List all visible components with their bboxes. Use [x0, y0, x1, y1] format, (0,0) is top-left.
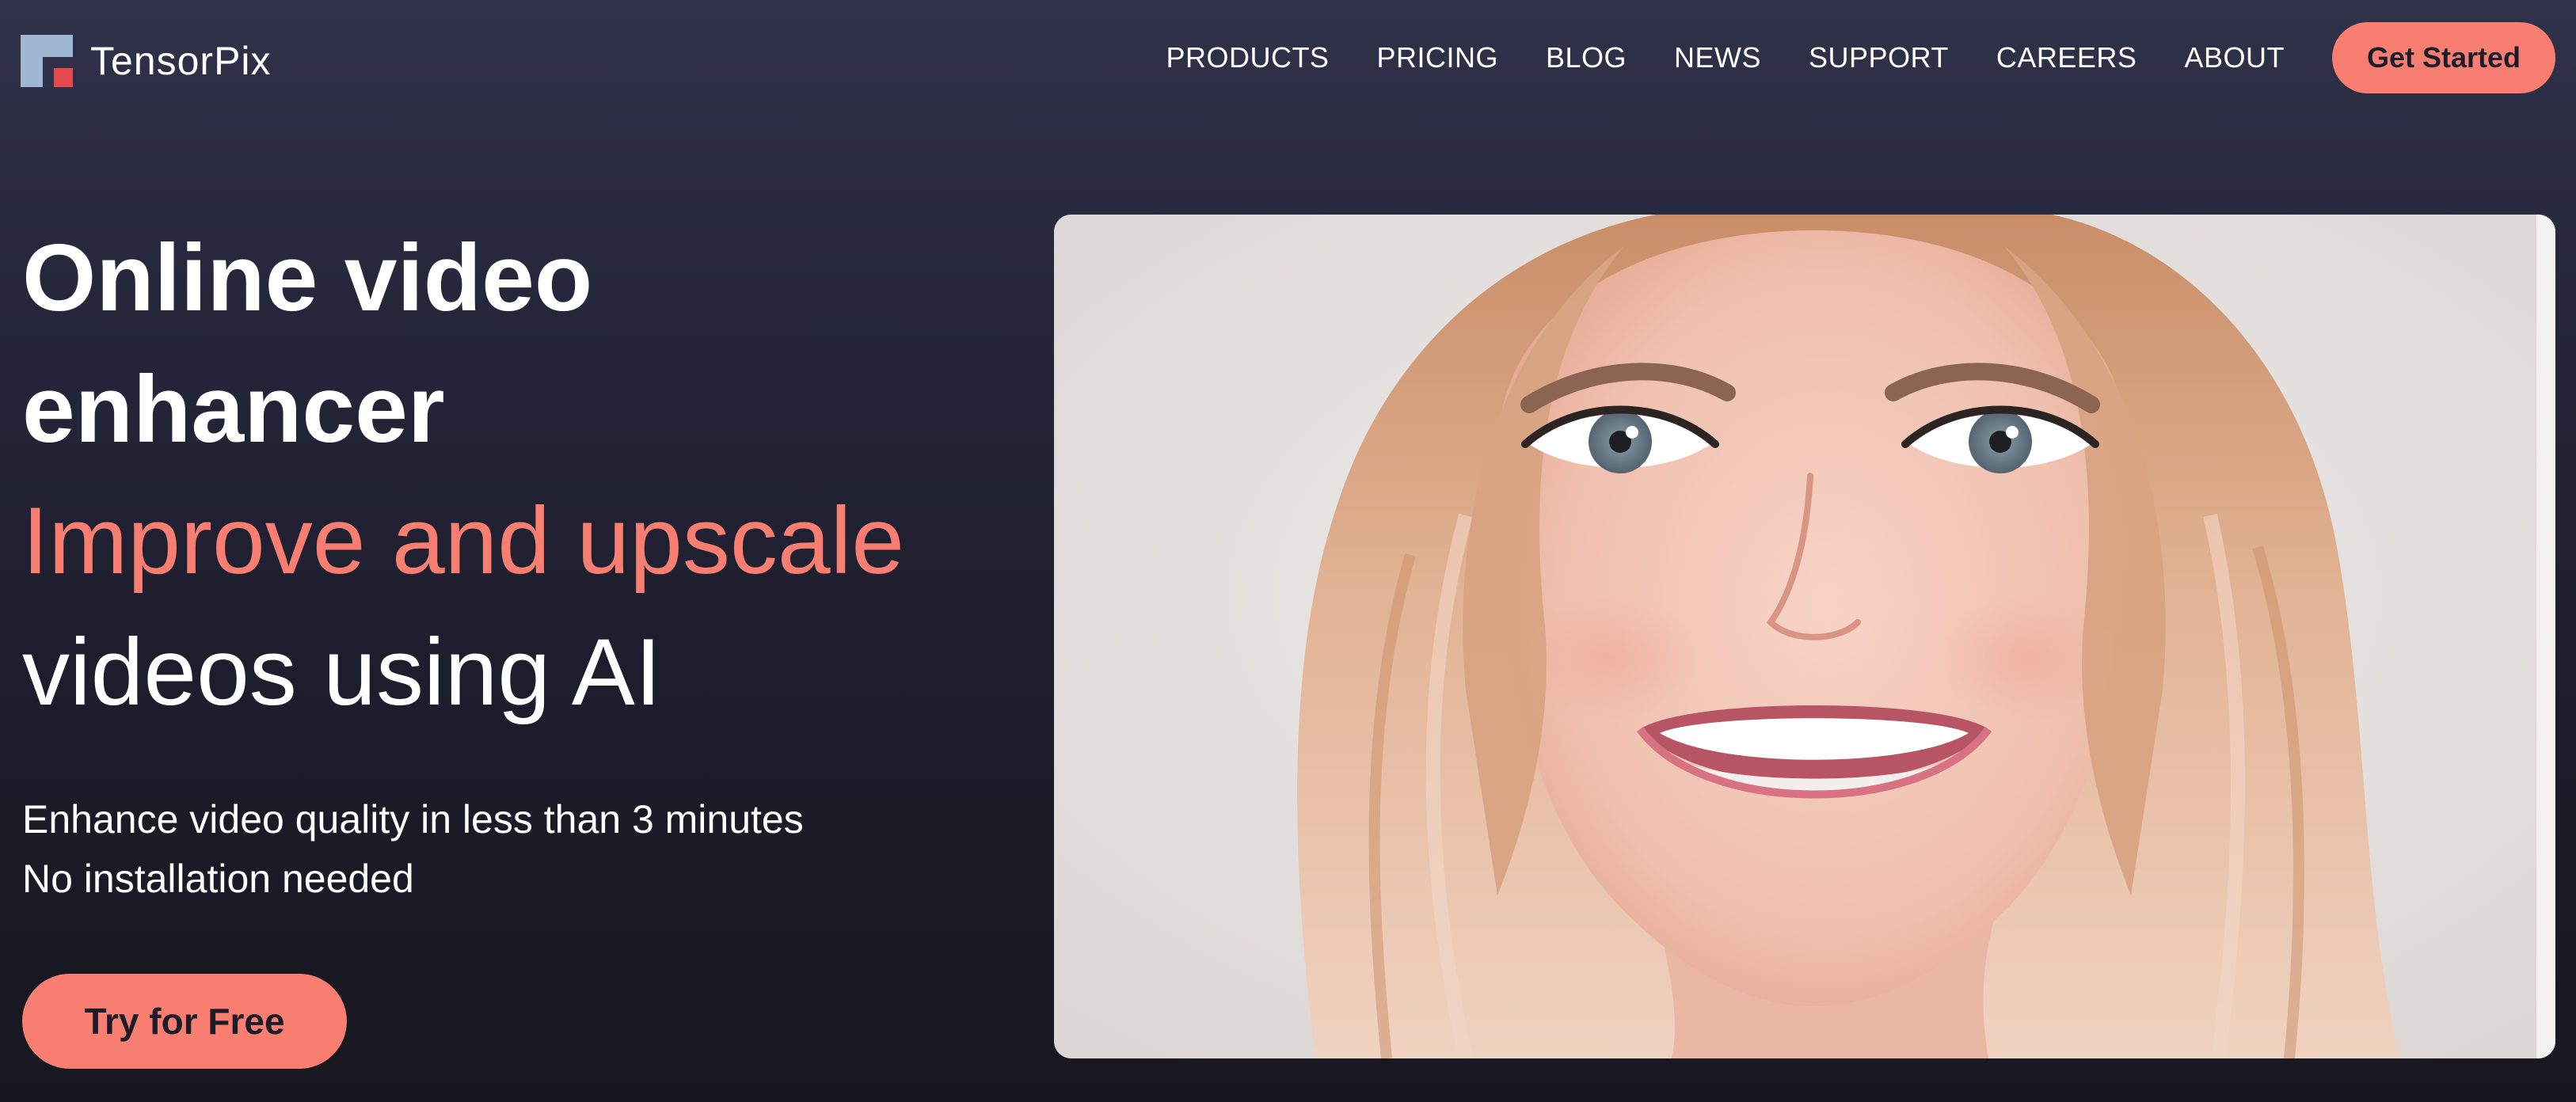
nav-item-news[interactable]: NEWS: [1674, 41, 1761, 74]
nav-item-products[interactable]: PRODUCTS: [1166, 41, 1329, 74]
nav-item-careers[interactable]: CAREERS: [1996, 41, 2137, 74]
get-started-button[interactable]: Get Started: [2331, 22, 2555, 93]
nav-item-blog[interactable]: BLOG: [1546, 41, 1627, 74]
tensorpix-logo-icon: [21, 35, 73, 87]
portrait-image: [1054, 215, 2555, 1058]
main-nav: PRODUCTS PRICING BLOG NEWS SUPPORT CAREE…: [1166, 22, 2555, 93]
hero-subtitle-line-1: Enhance video quality in less than 3 min…: [22, 797, 804, 842]
brand-name: TensorPix: [90, 39, 272, 83]
hero-subtitle: Enhance video quality in less than 3 min…: [22, 790, 804, 909]
hero-subtitle-line-2: No installation needed: [22, 857, 414, 901]
nav-item-support[interactable]: SUPPORT: [1809, 41, 1949, 74]
nav-item-about[interactable]: ABOUT: [2184, 41, 2285, 74]
nav-item-pricing[interactable]: PRICING: [1376, 41, 1498, 74]
brand-logo[interactable]: TensorPix: [21, 32, 272, 90]
try-for-free-button[interactable]: Try for Free: [22, 974, 347, 1069]
hero-accent-line: Improve and upscale: [22, 488, 904, 594]
hero-title: Online video enhancer Improve and upscal…: [22, 212, 1012, 738]
hero-title-line-1: Online video: [22, 225, 593, 331]
hero-video-preview: [1054, 215, 2555, 1058]
hero-title-line-2: enhancer: [22, 356, 445, 462]
hero-title-line-4: videos using AI: [22, 619, 662, 725]
